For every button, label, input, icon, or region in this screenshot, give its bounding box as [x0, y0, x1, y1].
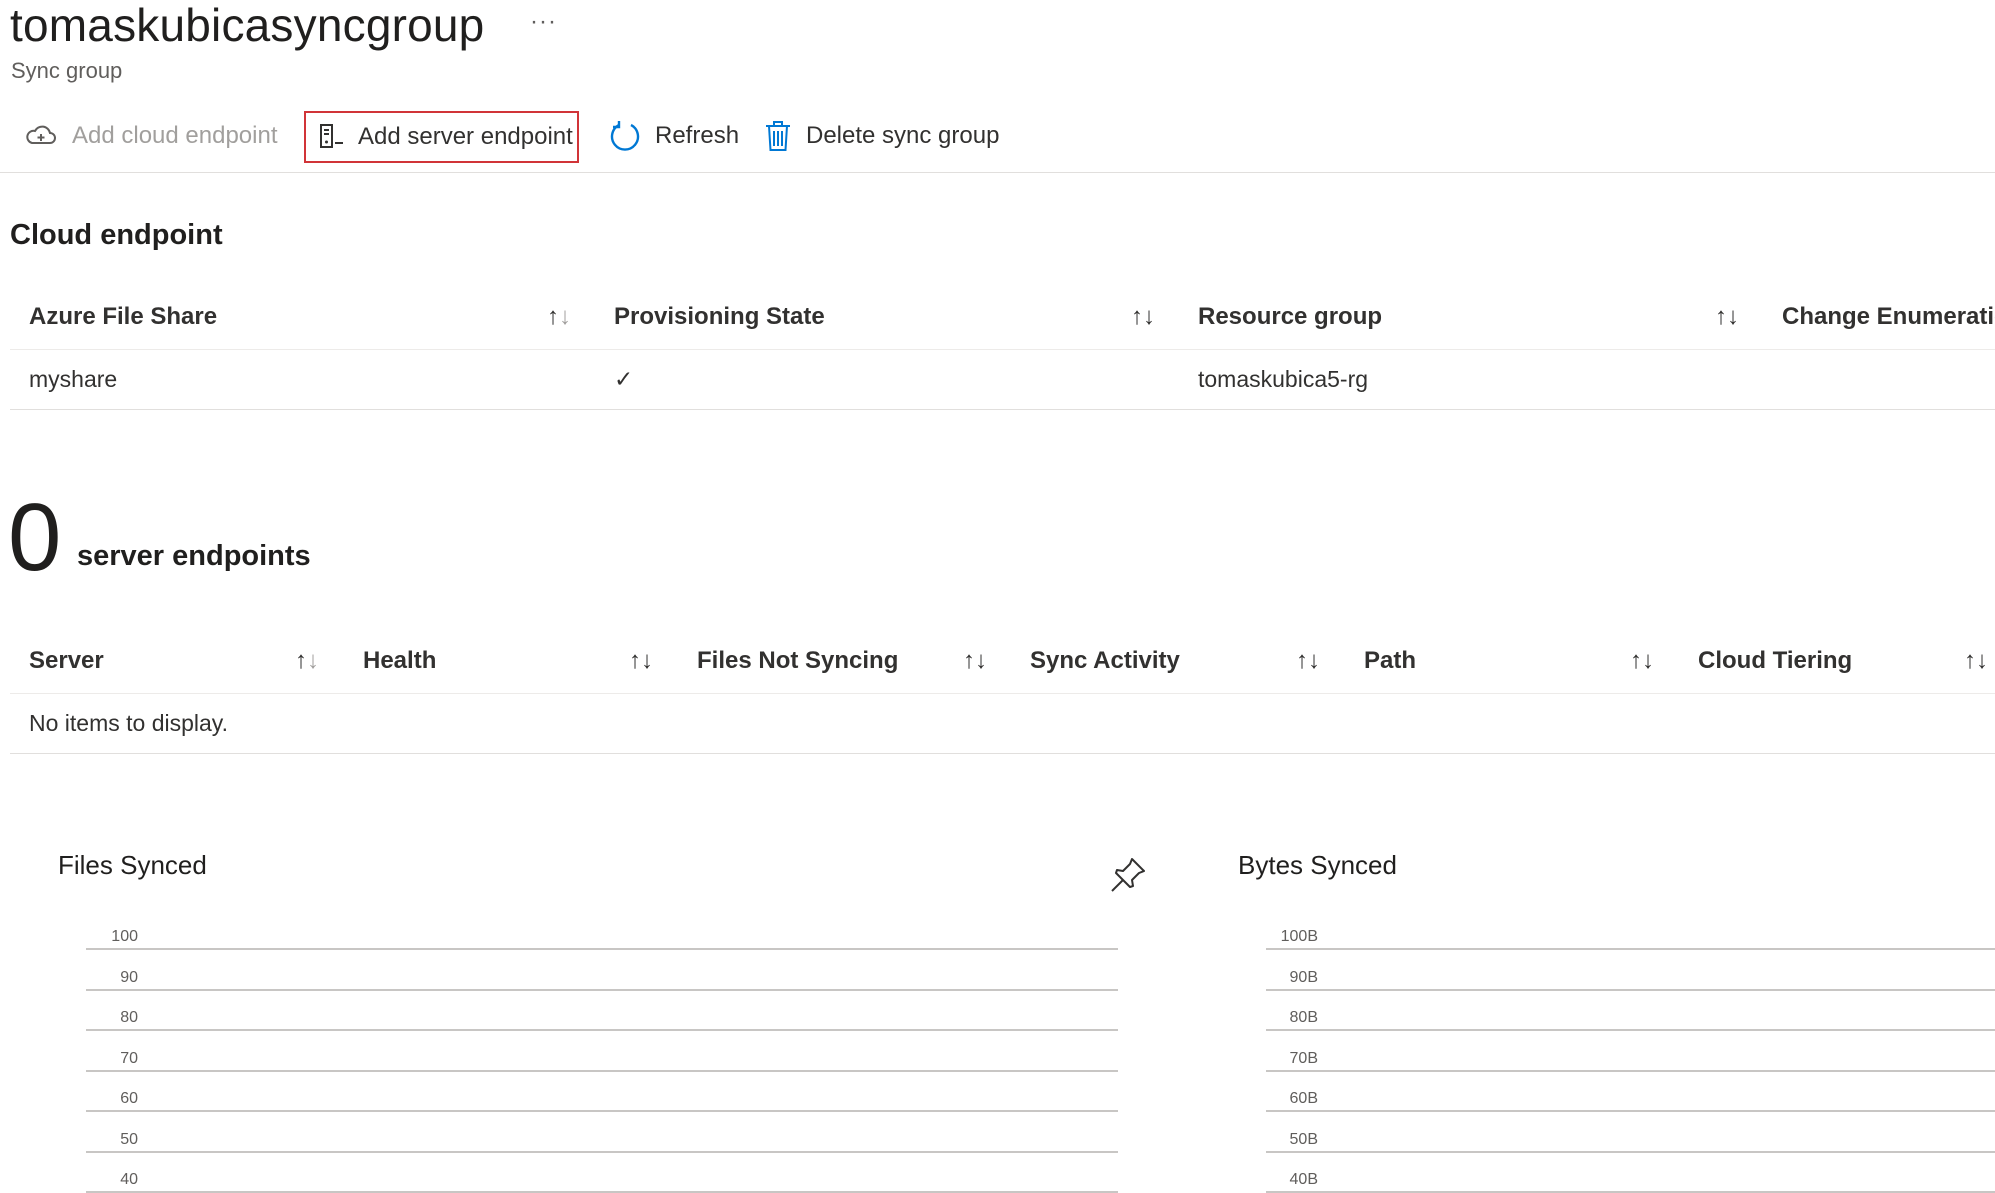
cloud-endpoint-heading: Cloud endpoint: [10, 219, 223, 251]
files-synced-chart-title: Files Synced: [58, 850, 207, 880]
y-tick-label: 60: [120, 1090, 138, 1107]
gridline: [1266, 948, 1995, 950]
y-tick-label: 90: [120, 968, 138, 986]
sort-icon[interactable]: ↑↓: [963, 629, 987, 693]
gridline: [86, 1069, 1118, 1072]
y-tick-label: 50: [120, 1130, 138, 1148]
y-tick-label: 80: [120, 1009, 138, 1026]
table-row[interactable]: myshare ✓ tomaskubica5-rg: [10, 350, 1995, 410]
trash-icon: [766, 121, 790, 151]
y-tick-label: 100: [111, 928, 138, 945]
column-header-files-not-syncing[interactable]: Files Not Syncing: [697, 629, 898, 693]
server-endpoints-grid-header: Server ↑↓ Health ↑↓ Files Not Syncing ↑↓…: [10, 629, 1995, 694]
azure-file-share-cell: myshare: [29, 366, 118, 392]
server-endpoints-heading: server endpoints: [77, 540, 311, 572]
gridline: [86, 1029, 1118, 1031]
pin-icon[interactable]: [1108, 855, 1148, 900]
y-tick-label: 70: [120, 1049, 138, 1067]
sort-icon[interactable]: ↑↓: [1964, 629, 1988, 693]
page-title: tomaskubicasyncgroup: [10, 0, 485, 51]
column-header-provisioning-state[interactable]: Provisioning State: [614, 285, 825, 349]
column-header-resource-group[interactable]: Resource group: [1198, 285, 1382, 349]
delete-sync-group-label: Delete sync group: [806, 122, 1000, 149]
sort-icon[interactable]: ↑↓: [629, 629, 653, 693]
column-header-server[interactable]: Server: [29, 629, 104, 693]
command-bar: Add cloud endpoint Add server endpoint R…: [0, 108, 1995, 173]
refresh-button[interactable]: Refresh: [609, 108, 739, 164]
add-cloud-endpoint-label: Add cloud endpoint: [72, 122, 278, 149]
cloud-add-icon: [26, 125, 56, 144]
sort-icon[interactable]: ↑↓: [1630, 629, 1654, 693]
gridline: [1266, 1150, 1995, 1153]
page-subtitle: Sync group: [11, 58, 123, 83]
more-options-button[interactable]: ···: [530, 8, 557, 36]
y-tick-label: 60B: [1289, 1090, 1318, 1107]
server-endpoint-count: 0: [8, 484, 62, 591]
refresh-icon: [610, 121, 640, 151]
delete-sync-group-button[interactable]: Delete sync group: [764, 108, 999, 164]
sort-icon[interactable]: ↑↓: [1296, 629, 1320, 693]
gridline: [86, 1150, 1118, 1153]
bytes-synced-chart-title: Bytes Synced: [1238, 850, 1397, 880]
gridline: [1266, 1069, 1995, 1072]
gridline: [1266, 988, 1995, 991]
column-header-sync-activity[interactable]: Sync Activity: [1030, 629, 1180, 693]
add-cloud-endpoint-button[interactable]: Add cloud endpoint: [24, 108, 278, 164]
y-tick-label: 70B: [1289, 1049, 1318, 1067]
empty-message: No items to display.: [29, 710, 228, 736]
y-tick-label: 40B: [1289, 1171, 1318, 1188]
checkmark-icon: ✓: [614, 366, 634, 392]
sort-icon[interactable]: ↑↓: [1131, 285, 1155, 349]
y-tick-label: 80B: [1289, 1009, 1318, 1026]
files-synced-chart: 100 90 80 70 60 50 40: [0, 0, 1995, 1193]
resource-group-cell: tomaskubica5-rg: [1198, 366, 1369, 392]
empty-row: No items to display.: [10, 694, 1995, 754]
y-tick-label: 40: [120, 1171, 138, 1188]
refresh-label: Refresh: [655, 122, 740, 149]
column-header-cloud-tiering[interactable]: Cloud Tiering: [1698, 629, 1852, 693]
gridline: [86, 948, 1118, 950]
gridline: [1266, 1029, 1995, 1031]
server-add-icon: [320, 124, 343, 148]
sort-icon[interactable]: ↑↓: [1715, 285, 1739, 349]
column-header-azure-file-share[interactable]: Azure File Share: [29, 285, 217, 349]
y-tick-label: 100B: [1280, 928, 1318, 945]
add-server-endpoint-button[interactable]: Add server endpoint: [304, 111, 579, 163]
column-header-health[interactable]: Health: [363, 629, 436, 693]
sort-icon[interactable]: ↑↓: [547, 285, 571, 349]
gridline: [1266, 1110, 1995, 1112]
y-tick-label: 50B: [1289, 1130, 1318, 1148]
y-tick-label: 90B: [1289, 968, 1318, 986]
sort-icon[interactable]: ↑↓: [295, 629, 319, 693]
gridline: [86, 1110, 1118, 1112]
cloud-endpoint-grid-header: Azure File Share ↑↓ Provisioning State ↑…: [10, 285, 1995, 350]
bytes-synced-chart: 100B 90B 80B 70B 60B 50B 40B: [0, 0, 1995, 1193]
add-server-endpoint-label: Add server endpoint: [358, 123, 573, 150]
gridline: [86, 988, 1118, 991]
column-header-change-enumeration[interactable]: Change Enumeratic: [1782, 285, 1995, 349]
column-header-path[interactable]: Path: [1364, 629, 1416, 693]
